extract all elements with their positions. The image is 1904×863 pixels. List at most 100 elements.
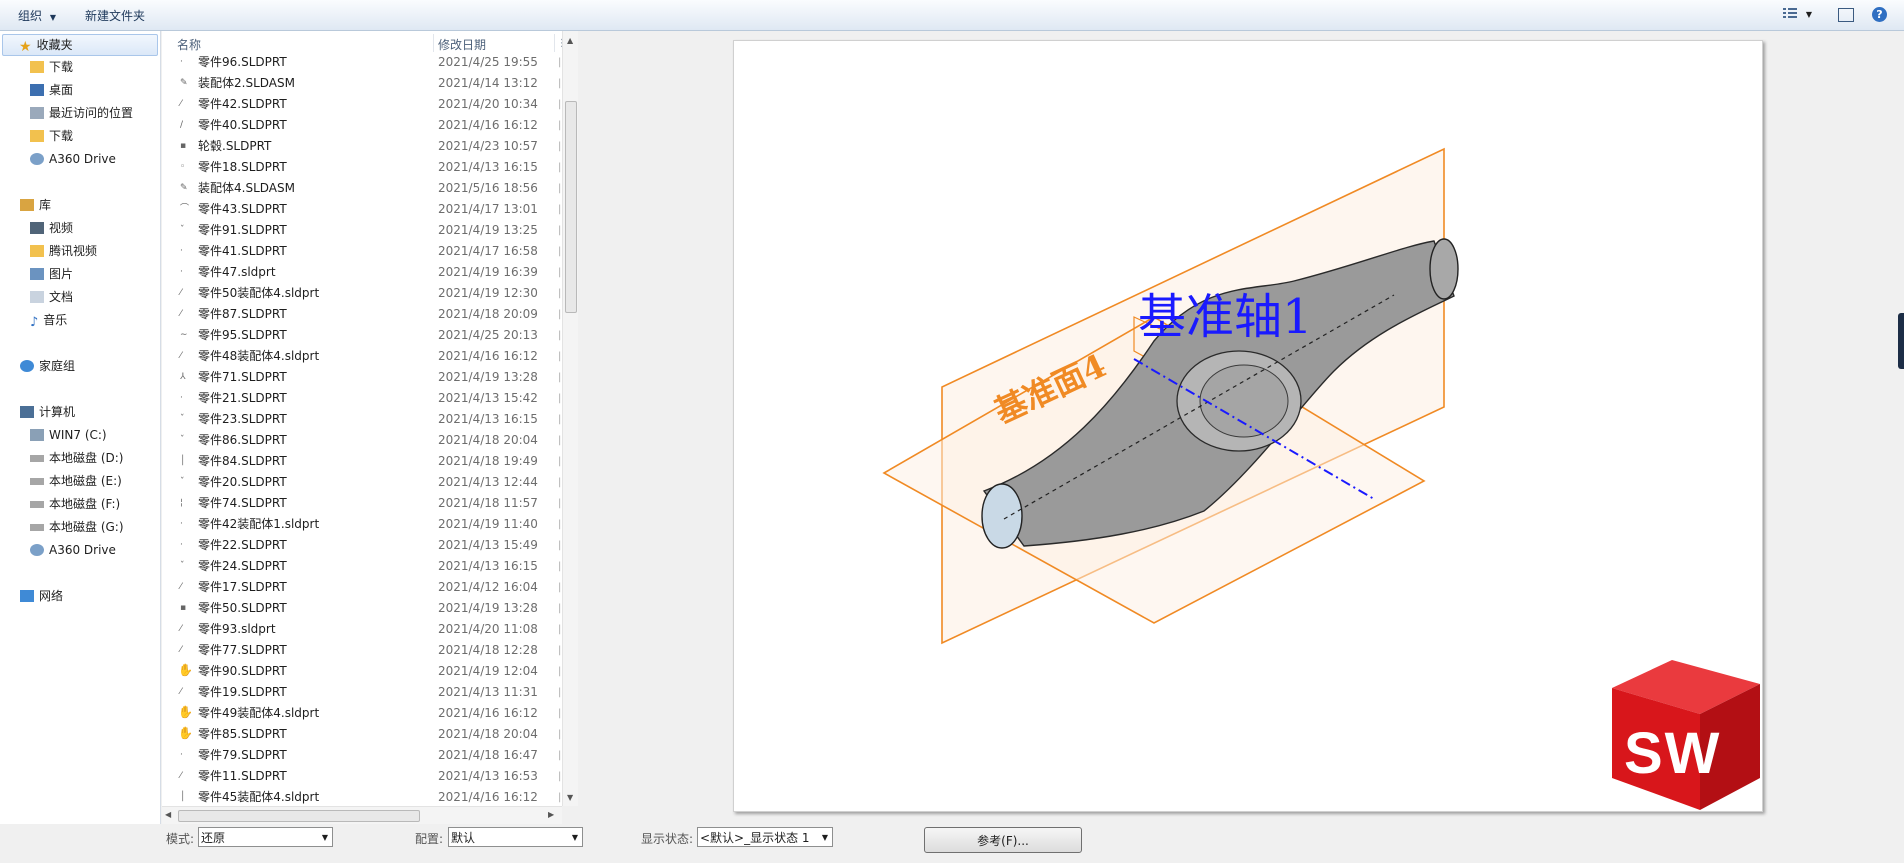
nav-homegroup[interactable]: 家庭组	[20, 356, 75, 376]
window-edge-grip[interactable]	[1898, 313, 1904, 369]
file-name: 零件50装配体4.sldprt	[198, 286, 320, 300]
file-row[interactable]: ˇ 零件24.SLDPRT 2021/4/13 16:15 |	[162, 556, 561, 577]
organize-menu-button[interactable]: 组织 ▼	[18, 7, 56, 24]
file-name: 零件86.SLDPRT	[198, 433, 287, 447]
nav-item-downloads-2[interactable]: 下载	[30, 126, 73, 146]
nav-item-a360-drive[interactable]: A360 Drive	[30, 149, 116, 169]
file-modified-date: 2021/4/19 12:30	[438, 286, 538, 300]
file-row[interactable]: ⁄ 零件87.SLDPRT 2021/4/18 20:09 |	[162, 304, 561, 325]
new-folder-button[interactable]: 新建文件夹	[85, 7, 145, 24]
nav-item-pictures[interactable]: 图片	[30, 264, 73, 284]
nav-drive-e[interactable]: 本地磁盘 (E:)	[30, 471, 122, 491]
truncated-column-marker: |	[558, 372, 562, 383]
file-row[interactable]: ¦ 零件74.SLDPRT 2021/4/18 11:57 |	[162, 493, 561, 514]
mode-select[interactable]: 还原 ▼	[198, 827, 333, 847]
file-row[interactable]: ✋ 零件49装配体4.sldprt 2021/4/16 16:12 |	[162, 703, 561, 724]
file-row[interactable]: ⁄ 零件19.SLDPRT 2021/4/13 11:31 |	[162, 682, 561, 703]
file-row[interactable]: ⅄ 零件71.SLDPRT 2021/4/19 13:28 |	[162, 367, 561, 388]
file-row[interactable]: ∼ 零件95.SLDPRT 2021/4/25 20:13 |	[162, 325, 561, 346]
horizontal-scrollbar[interactable]: ◀ ▶	[162, 806, 562, 824]
file-modified-date: 2021/4/19 13:28	[438, 370, 538, 384]
file-row[interactable]: │ 零件45装配体4.sldprt 2021/4/16 16:12 |	[162, 787, 561, 808]
file-row[interactable]: ⁄ 零件11.SLDPRT 2021/4/13 16:53 |	[162, 766, 561, 787]
nav-item-documents[interactable]: 文档	[30, 287, 73, 307]
file-row[interactable]: ˇ 零件23.SLDPRT 2021/4/13 16:15 |	[162, 409, 561, 430]
nav-favorites[interactable]: ★ 收藏夹	[2, 34, 158, 56]
file-name: 零件45装配体4.sldprt	[198, 790, 320, 804]
nav-item-downloads[interactable]: 下载	[30, 57, 73, 77]
vertical-scroll-thumb[interactable]	[565, 101, 577, 313]
nav-drive-f[interactable]: 本地磁盘 (F:)	[30, 494, 120, 514]
file-row[interactable]: ˇ 零件20.SLDPRT 2021/4/13 12:44 |	[162, 472, 561, 493]
scroll-left-icon[interactable]: ◀	[165, 810, 171, 819]
truncated-column-marker: |	[558, 99, 562, 110]
file-row[interactable]: ✎ 装配体4.SLDASM 2021/5/16 18:56 |	[162, 178, 561, 199]
nav-item-tencent-video[interactable]: 腾讯视频	[30, 241, 97, 261]
scroll-down-icon[interactable]: ▼	[567, 793, 573, 802]
file-row[interactable]: · 零件22.SLDPRT 2021/4/13 15:49 |	[162, 535, 561, 556]
view-options-button[interactable]: ▼	[1782, 5, 1812, 25]
nav-drive-d[interactable]: 本地磁盘 (D:)	[30, 448, 123, 468]
help-button[interactable]: ?	[1872, 7, 1887, 27]
file-row[interactable]: ▪ 轮毂.SLDPRT 2021/4/23 10:57 |	[162, 136, 561, 157]
part-file-icon: ·	[180, 393, 183, 403]
part-file-icon: │	[180, 792, 186, 802]
file-row[interactable]: ⁄ 零件50装配体4.sldprt 2021/4/19 12:30 |	[162, 283, 561, 304]
file-modified-date: 2021/4/18 20:04	[438, 433, 538, 447]
file-row[interactable]: · 零件47.sldprt 2021/4/19 16:39 |	[162, 262, 561, 283]
column-header-name[interactable]: 名称	[177, 36, 201, 53]
scroll-up-icon[interactable]: ▲	[567, 36, 573, 45]
file-row[interactable]: ⌒ 零件43.SLDPRT 2021/4/17 13:01 |	[162, 199, 561, 220]
file-row[interactable]: · 零件79.SLDPRT 2021/4/18 16:47 |	[162, 745, 561, 766]
file-row[interactable]: ✎ 装配体2.SLDASM 2021/4/14 13:12 |	[162, 73, 561, 94]
file-modified-date: 2021/4/18 12:28	[438, 643, 538, 657]
file-row[interactable]: ˇ 零件86.SLDPRT 2021/4/18 20:04 |	[162, 430, 561, 451]
nav-item-recent-places[interactable]: 最近访问的位置	[30, 103, 133, 123]
file-row[interactable]: ✋ 零件85.SLDPRT 2021/4/18 20:04 |	[162, 724, 561, 745]
file-row[interactable]: · 零件41.SLDPRT 2021/4/17 16:58 |	[162, 241, 561, 262]
nav-a360-drive[interactable]: A360 Drive	[30, 540, 116, 560]
column-divider[interactable]	[554, 34, 555, 52]
scroll-right-icon[interactable]: ▶	[548, 810, 554, 819]
file-row[interactable]: ⁄ 零件77.SLDPRT 2021/4/18 12:28 |	[162, 640, 561, 661]
file-row[interactable]: · 零件42装配体1.sldprt 2021/4/19 11:40 |	[162, 514, 561, 535]
nav-libraries[interactable]: 库	[20, 195, 51, 215]
file-row[interactable]: ⁄ 零件42.SLDPRT 2021/4/20 10:34 |	[162, 94, 561, 115]
nav-computer[interactable]: 计算机	[20, 402, 75, 422]
configuration-select[interactable]: 默认 ▼	[448, 827, 583, 847]
file-row[interactable]: ⁄ 零件93.sldprt 2021/4/20 11:08 |	[162, 619, 561, 640]
file-row[interactable]: · 零件96.SLDPRT 2021/4/25 19:55 |	[162, 52, 561, 73]
display-state-select[interactable]: <默认>_显示状态 1 ▼	[697, 827, 833, 847]
file-row[interactable]: · 零件21.SLDPRT 2021/4/13 15:42 |	[162, 388, 561, 409]
navigation-pane: ★ 收藏夹 下载 桌面 最近访问的位置 下载 A360 Drive 库 视频 腾讯…	[0, 31, 161, 824]
part-file-icon: ⁄	[180, 288, 182, 298]
file-modified-date: 2021/4/18 16:47	[438, 748, 538, 762]
file-row[interactable]: ✋ 零件90.SLDPRT 2021/4/19 12:04 |	[162, 661, 561, 682]
nav-network[interactable]: 网络	[20, 586, 63, 606]
column-header-modified[interactable]: 修改日期	[438, 36, 486, 53]
part-file-icon: ✎	[180, 78, 188, 88]
vertical-scrollbar[interactable]: ▲ ▼	[562, 31, 578, 806]
nav-item-desktop[interactable]: 桌面	[30, 80, 73, 100]
file-row[interactable]: │ 零件84.SLDPRT 2021/4/18 19:49 |	[162, 451, 561, 472]
file-modified-date: 2021/4/18 20:04	[438, 727, 538, 741]
file-row[interactable]: ▪ 零件50.SLDPRT 2021/4/19 13:28 |	[162, 598, 561, 619]
nav-drive-c[interactable]: WIN7 (C:)	[30, 425, 107, 445]
file-row[interactable]: ⁄ 零件17.SLDPRT 2021/4/12 16:04 |	[162, 577, 561, 598]
file-name: 零件47.sldprt	[198, 265, 276, 279]
file-row[interactable]: ⁄ 零件48装配体4.sldprt 2021/4/16 16:12 |	[162, 346, 561, 367]
references-button[interactable]: 参考(F)...	[924, 827, 1082, 853]
file-name: 零件74.SLDPRT	[198, 496, 287, 510]
file-row[interactable]: ∕ 零件40.SLDPRT 2021/4/16 16:12 |	[162, 115, 561, 136]
file-row[interactable]: ◦ 零件18.SLDPRT 2021/4/13 16:15 |	[162, 157, 561, 178]
truncated-column-marker: |	[558, 561, 562, 572]
part-file-icon: ⌒	[180, 204, 190, 214]
file-row[interactable]: ˇ 零件91.SLDPRT 2021/4/19 13:25 |	[162, 220, 561, 241]
preview-pane-button[interactable]	[1838, 8, 1854, 28]
nav-item-videos[interactable]: 视频	[30, 218, 73, 238]
file-modified-date: 2021/4/18 19:49	[438, 454, 538, 468]
nav-item-music[interactable]: ♪ 音乐	[30, 310, 67, 330]
nav-drive-g[interactable]: 本地磁盘 (G:)	[30, 517, 124, 537]
column-divider[interactable]	[433, 34, 434, 52]
horizontal-scroll-thumb[interactable]	[178, 810, 420, 822]
